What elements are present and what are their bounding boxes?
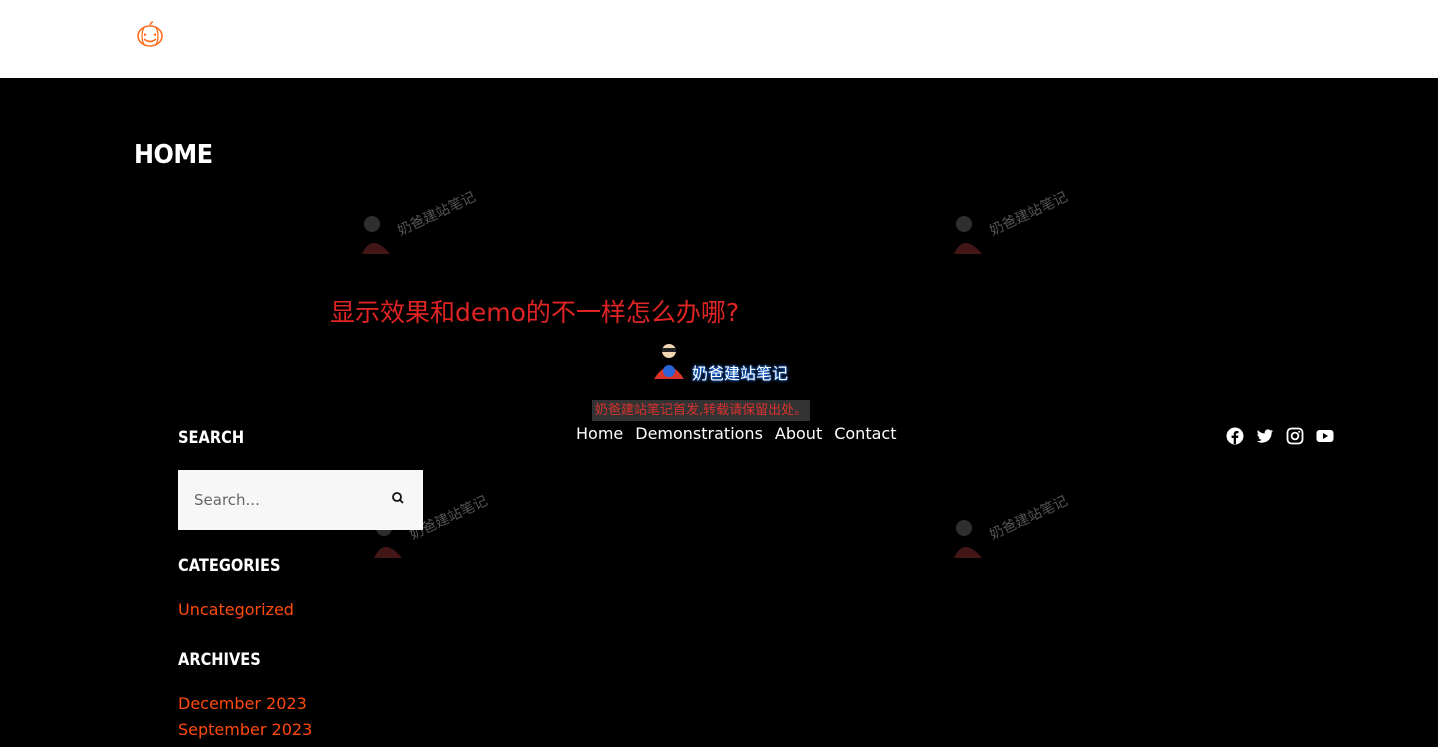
nav-about[interactable]: About [775, 424, 822, 443]
archives-widget-title: Archives [178, 650, 261, 670]
search-widget-title: Search [178, 428, 245, 448]
question-text: 显示效果和demo的不一样怎么办哪? [330, 298, 740, 327]
watermark-text: 奶爸建站笔记 [987, 189, 1071, 240]
page-title: Home [134, 140, 213, 170]
mascot-icon [654, 344, 684, 379]
pumpkin-icon[interactable] [136, 21, 164, 49]
main-navigation: Home Demonstrations About Contact [576, 424, 908, 446]
search-icon[interactable] [388, 488, 410, 510]
watermark-logo: 奶爸建站笔记 [952, 189, 1092, 270]
facebook-icon[interactable] [1226, 427, 1244, 445]
brand-badge: 奶爸建站笔记 [650, 341, 790, 383]
nav-contact[interactable]: Contact [834, 424, 896, 443]
repost-note: 奶爸建站笔记首发,转载请保留出处。 [592, 400, 811, 421]
search-input[interactable] [178, 470, 378, 530]
site-header [0, 0, 1438, 78]
watermark-text: 奶爸建站笔记 [987, 493, 1071, 544]
archive-link[interactable]: December 2023 [178, 694, 307, 713]
twitter-icon[interactable] [1256, 427, 1274, 445]
watermark-text: 奶爸建站笔记 [395, 189, 479, 240]
instagram-icon[interactable] [1286, 427, 1304, 445]
youtube-icon[interactable] [1316, 427, 1334, 445]
categories-widget-title: Categories [178, 556, 281, 576]
nav-home[interactable]: Home [576, 424, 623, 443]
watermark-logo: 奶爸建站笔记 [952, 493, 1092, 574]
category-link[interactable]: Uncategorized [178, 600, 294, 619]
watermark-logo: 奶爸建站笔记 [360, 189, 500, 270]
archive-link[interactable]: September 2023 [178, 720, 312, 739]
brand-text: 奶爸建站笔记 [692, 364, 789, 383]
nav-demonstrations[interactable]: Demonstrations [635, 424, 763, 443]
search-form [178, 470, 423, 530]
